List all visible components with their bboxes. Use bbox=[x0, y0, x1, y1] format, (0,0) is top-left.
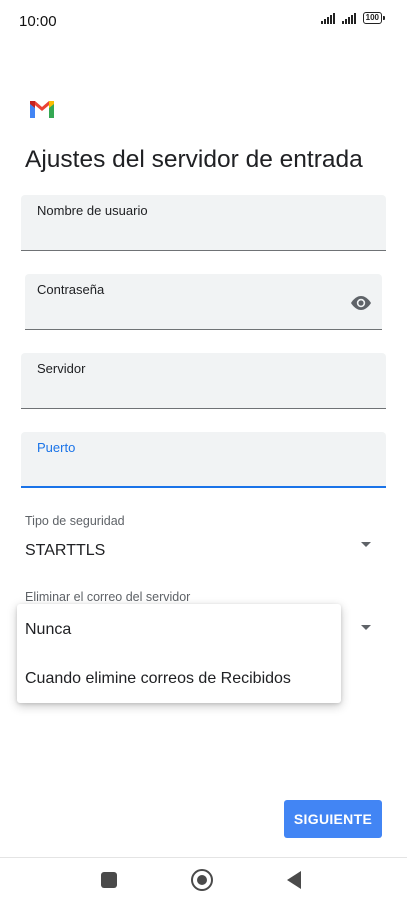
server-field[interactable]: Servidor bbox=[21, 353, 386, 409]
next-button[interactable]: SIGUIENTE bbox=[284, 800, 382, 838]
battery-level: 100 bbox=[362, 12, 382, 24]
signal-icon bbox=[320, 12, 335, 24]
status-icons: 100 bbox=[320, 12, 385, 24]
delete-options-menu: Nunca Cuando elimine correos de Recibido… bbox=[17, 604, 341, 703]
eye-icon[interactable] bbox=[349, 294, 373, 312]
password-label: Contraseña bbox=[37, 282, 105, 297]
username-field[interactable]: Nombre de usuario bbox=[21, 195, 386, 251]
signal-icon bbox=[341, 12, 356, 24]
delete-from-server-label: Eliminar el correo del servidor bbox=[25, 590, 191, 604]
port-label: Puerto bbox=[37, 440, 76, 455]
menu-option-when-deleted-from-inbox[interactable]: Cuando elimine correos de Recibidos bbox=[25, 670, 291, 688]
gmail-logo bbox=[30, 101, 54, 118]
server-label: Servidor bbox=[37, 361, 86, 376]
status-bar: 10:00 100 bbox=[0, 0, 407, 44]
port-field[interactable]: Puerto bbox=[21, 432, 386, 488]
chevron-down-icon[interactable] bbox=[361, 542, 371, 547]
recents-icon[interactable] bbox=[101, 872, 117, 888]
back-icon[interactable] bbox=[287, 871, 301, 889]
menu-option-never[interactable]: Nunca bbox=[25, 621, 71, 639]
chevron-down-icon[interactable] bbox=[361, 625, 371, 630]
security-type-label: Tipo de seguridad bbox=[25, 514, 125, 528]
password-field[interactable]: Contraseña bbox=[25, 274, 382, 330]
battery-icon: 100 bbox=[362, 12, 385, 24]
status-time: 10:00 bbox=[19, 13, 57, 30]
username-label: Nombre de usuario bbox=[37, 203, 148, 218]
page-title: Ajustes del servidor de entrada bbox=[25, 146, 363, 173]
home-icon[interactable] bbox=[191, 869, 213, 891]
nav-divider bbox=[0, 857, 407, 858]
security-type-select[interactable]: STARTTLS bbox=[25, 542, 105, 560]
